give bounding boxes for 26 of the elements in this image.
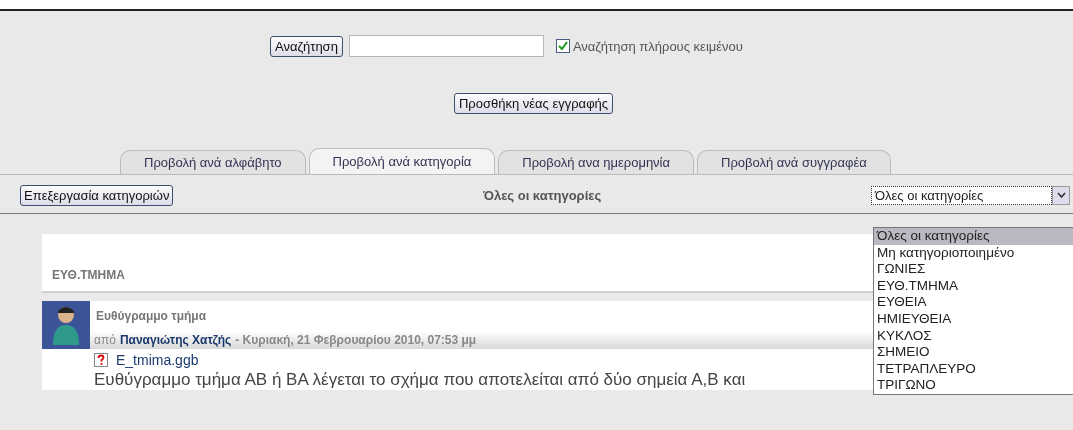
category-option[interactable]: Μη κατηγοριοποιημένο [874, 244, 1073, 262]
view-tab[interactable]: Προβολή ανά αλφάβητο [120, 150, 306, 174]
fulltext-checkbox[interactable] [555, 39, 570, 53]
category-option[interactable]: ΣΗΜΕΙΟ [874, 344, 1073, 361]
search-field[interactable] [348, 35, 544, 57]
attachment-link[interactable]: E_tmima.ggb [116, 352, 199, 368]
categories-heading: Όλες οι κατηγορίες [482, 187, 603, 203]
view-tab[interactable]: Προβολή ανά κατηγορία [308, 148, 496, 174]
view-tab[interactable]: Προβολή ανα ημερομηνία [498, 150, 695, 174]
entry-text: Ευθύγραμμο τμήμα ΑΒ ή ΒΑ λέγεται το σχήμα που αποτελείται από δύο σημεία Α,Β και [94, 370, 746, 390]
author-link[interactable]: Παναγιώτης Χατζής [119, 333, 232, 347]
category-option[interactable]: ΕΥΘ.ΤΜΗΜΑ [874, 277, 1073, 295]
checkbox-label: Αναζήτηση πλήρους κειμένου [572, 38, 743, 54]
category-heading: ΕΥΘ.ΤΜΗΜΑ [51, 268, 125, 282]
unknown-file-icon [94, 353, 108, 367]
category-select[interactable]: Όλες οι κατηγορίες [871, 185, 1052, 205]
edit-categories-button[interactable]: Επεξεργασία κατηγοριών [20, 184, 174, 206]
add-entry-button[interactable]: Προσθήκη νέας εγγραφής [453, 93, 614, 114]
category-option[interactable]: ΓΩΝΙΕΣ [874, 261, 1073, 278]
category-option[interactable]: ΤΡΙΓΩΝΟ [874, 377, 1073, 394]
byline-prefix: από [94, 333, 116, 347]
view-tab[interactable]: Προβολή ανά συγγραφέα [697, 150, 891, 174]
entry-date: - Κυριακή, 21 Φεβρουαρίου 2010, 07:53 μμ [235, 333, 477, 347]
search-button[interactable]: Αναζήτηση [270, 35, 343, 57]
category-option[interactable]: ΤΕΤΡΑΠΛΕΥΡΟ [874, 360, 1073, 378]
category-option[interactable]: Όλες οι κατηγορίες [874, 228, 1073, 245]
